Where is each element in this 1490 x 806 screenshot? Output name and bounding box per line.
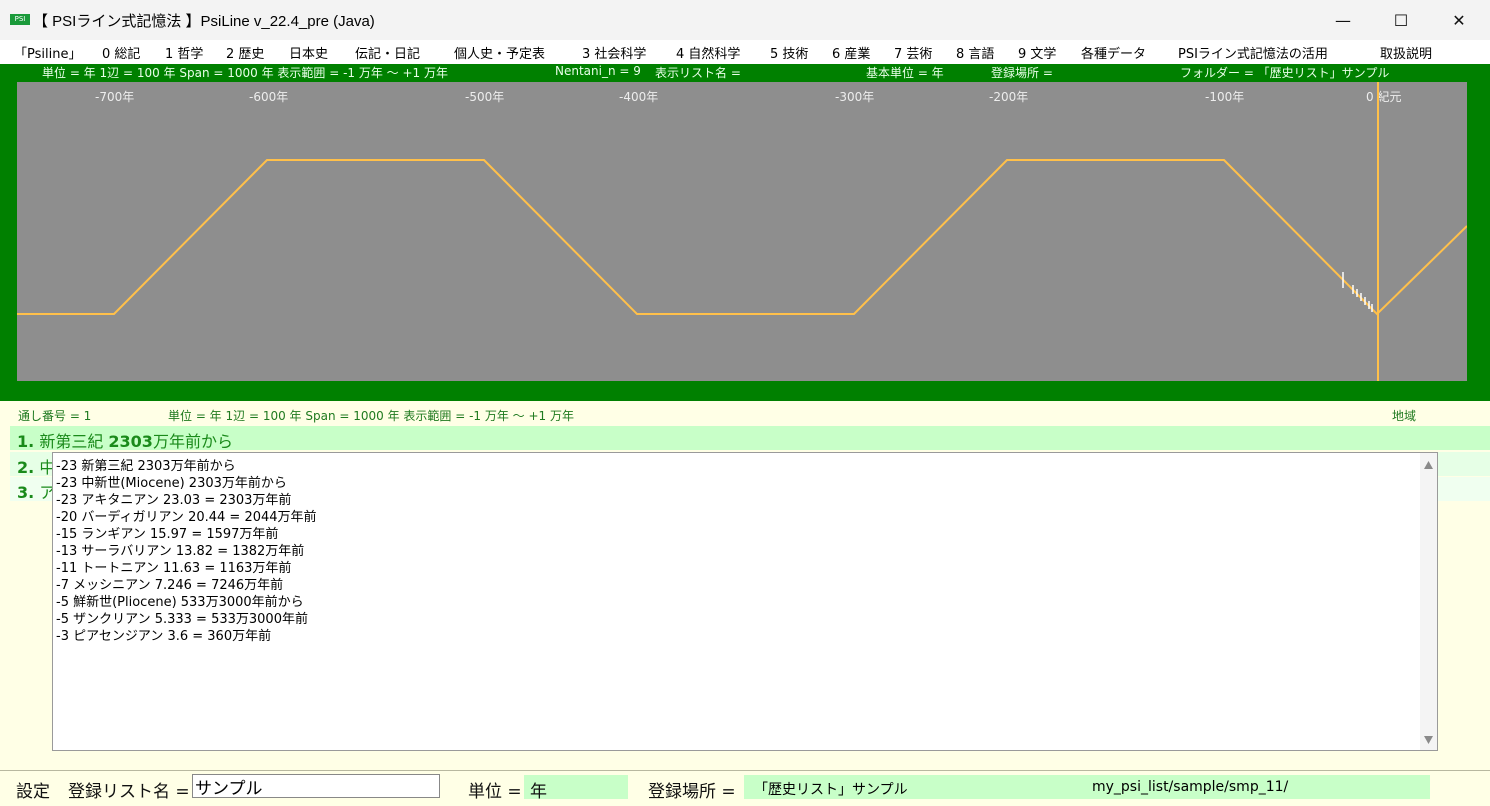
- menu-data[interactable]: 各種データ: [1081, 43, 1146, 62]
- location-value: 「歴史リスト」サンプル: [754, 782, 908, 798]
- menu-social-science[interactable]: 3 社会科学: [582, 43, 646, 62]
- menu-psiline[interactable]: 「Psiline」: [14, 43, 81, 62]
- menu-bar: 「Psiline」 0 総記 1 哲学 2 歴史 日本史 伝記・日記 個人史・予…: [0, 40, 1490, 64]
- timeline-panel: 単位 = 年 1辺 = 100 年 Span = 1000 年 表示範囲 = -…: [0, 64, 1490, 401]
- location-label: 登録場所 =: [648, 782, 736, 802]
- close-button[interactable]: ✕: [1430, 0, 1488, 40]
- menu-history[interactable]: 2 歴史: [226, 43, 264, 62]
- menu-philosophy[interactable]: 1 哲学: [165, 43, 203, 62]
- app-icon: PSI: [10, 14, 30, 25]
- scroll-up-icon: [1424, 461, 1433, 469]
- psi-line: [17, 159, 1467, 316]
- status-region: 地域: [1392, 409, 1417, 423]
- unit-label: 単位 =: [468, 782, 522, 802]
- popup-line[interactable]: -3 ピアセンジアン 3.6 = 360万年前: [56, 625, 271, 644]
- menu-usage[interactable]: PSIライン式記憶法の活用: [1178, 43, 1328, 62]
- scrollbar-arrows: [1424, 461, 1433, 744]
- info-nentani: Nentani_n = 9: [555, 64, 641, 78]
- menu-language[interactable]: 8 言語: [956, 43, 994, 62]
- maximize-button[interactable]: ☐: [1372, 0, 1430, 40]
- menu-literature[interactable]: 9 文学: [1018, 43, 1056, 62]
- location-path: my_psi_list/sample/smp_11/: [1092, 779, 1289, 795]
- menu-industry[interactable]: 6 産業: [832, 43, 870, 62]
- menu-biography[interactable]: 伝記・日記: [355, 43, 420, 62]
- list-item-rest: 万年前から: [152, 432, 233, 451]
- window-title: 【 PSIライン式記憶法 】PsiLine v_22.4_pre (Java): [33, 13, 375, 30]
- serial-number: 通し番号 = 1: [18, 409, 92, 423]
- menu-japan-history[interactable]: 日本史: [289, 43, 328, 62]
- menu-personal[interactable]: 個人史・予定表: [454, 43, 545, 62]
- unit-field: 年: [524, 775, 628, 802]
- list-item-num: 1.: [17, 432, 35, 451]
- list-item-bold: 2303: [108, 432, 153, 451]
- settings-button[interactable]: 設定: [16, 777, 50, 802]
- list-item-num: 2.: [17, 458, 35, 477]
- list-item-text: 新第三紀: [39, 432, 109, 451]
- timeline-plot[interactable]: -700年 -600年 -500年 -400年 -300年 -200年 -100…: [17, 82, 1467, 381]
- list-name-label: 登録リスト名 =: [68, 782, 190, 802]
- info-base-unit: 基本単位 = 年: [866, 66, 944, 80]
- location-field: 「歴史リスト」サンプル my_psi_list/sample/smp_11/: [744, 775, 1430, 799]
- list-item-1[interactable]: 1. 新第三紀 2303万年前から: [10, 426, 1490, 451]
- minimize-button[interactable]: —: [1314, 0, 1372, 40]
- menu-technology[interactable]: 5 技術: [770, 43, 808, 62]
- info-units: 単位 = 年 1辺 = 100 年 Span = 1000 年 表示範囲 = -…: [42, 66, 448, 80]
- footer-bar: 設定 登録リスト名 = 単位 = 年 登録場所 = 「歴史リスト」サンプル my…: [0, 770, 1490, 806]
- title-bar: PSI 【 PSIライン式記憶法 】PsiLine v_22.4_pre (Ja…: [0, 0, 1490, 40]
- info-location: 登録場所 =: [991, 66, 1053, 80]
- info-folder: フォルダー = 「歴史リスト」サンプル: [1180, 66, 1390, 80]
- info-list-name: 表示リスト名 =: [655, 66, 741, 80]
- menu-art[interactable]: 7 芸術: [894, 43, 932, 62]
- menu-general[interactable]: 0 総記: [102, 43, 140, 62]
- menu-natural-science[interactable]: 4 自然科学: [676, 43, 740, 62]
- list-name-input[interactable]: [192, 774, 440, 798]
- entry-popup-list[interactable]: -23 新第三紀 2303万年前から -23 中新世(Miocene) 2303…: [52, 452, 1438, 751]
- unit-value: 年: [530, 782, 547, 802]
- psi-line-svg: [17, 82, 1467, 381]
- popup-scrollbar[interactable]: [1420, 453, 1437, 750]
- menu-manual[interactable]: 取扱説明: [1380, 43, 1432, 62]
- scroll-down-icon: [1424, 736, 1433, 744]
- list-item-num: 3.: [17, 483, 35, 502]
- status-units: 単位 = 年 1辺 = 100 年 Span = 1000 年 表示範囲 = -…: [168, 409, 574, 423]
